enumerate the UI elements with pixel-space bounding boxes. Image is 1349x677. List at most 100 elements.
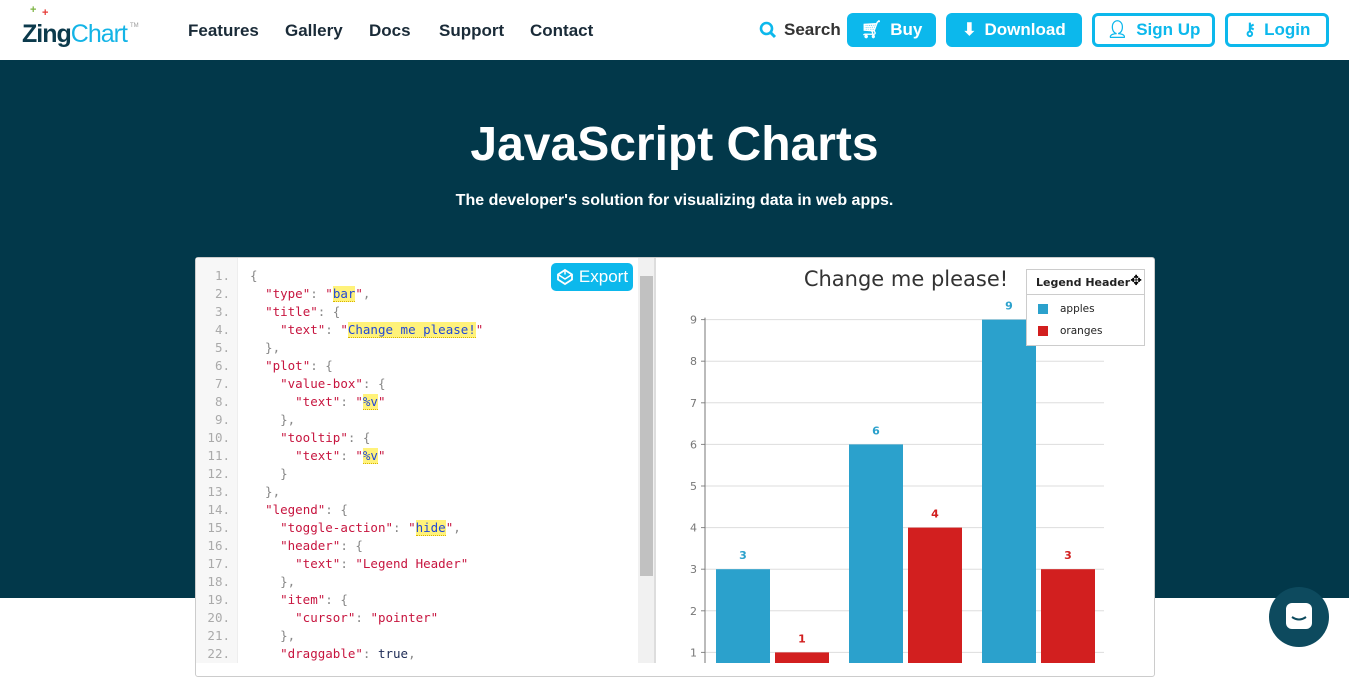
y-tick-label: 1 [690,646,697,659]
login-label: Login [1264,20,1311,39]
code-token: %v [362,394,378,410]
nav-docs[interactable]: Docs [369,21,411,41]
signup-label: Sign Up [1136,20,1201,39]
nav-contact[interactable]: Contact [530,21,593,41]
code-line[interactable]: 1. { [196,267,483,285]
chart-legend[interactable]: Legend Header apples oranges ✥ [1026,269,1145,346]
bar-oranges [1041,569,1095,677]
search-icon [759,21,777,39]
code-line[interactable]: 14. "legend": { [196,501,483,519]
bar-oranges [908,527,962,677]
legend-swatch [1038,304,1048,314]
code-token: bar [332,286,356,302]
code-token: : [340,394,356,409]
nav-support[interactable]: Support [439,21,504,41]
legend-item-oranges[interactable]: oranges [1027,320,1144,342]
code-editor[interactable]: 1. {2. "type": "bar", 3. "title": {4. "tex… [196,258,656,663]
download-icon: ⬇ [962,20,977,39]
line-number: 21. [207,628,230,643]
code-line[interactable]: 15. "toggle-action": "hide", [196,519,483,537]
y-tick-label: 9 [690,314,697,327]
code-token: " [340,322,348,337]
code-line[interactable]: 9. }, [196,411,483,429]
code-token: " [355,286,363,301]
code-token: } [250,466,288,481]
code-line[interactable]: 18. }, [196,573,483,591]
code-line[interactable]: 3. "title": { [196,303,483,321]
code-line[interactable]: 21. }, [196,627,483,645]
y-tick-label: 5 [690,480,697,493]
chat-button[interactable] [1269,587,1329,647]
export-label: Export [578,267,629,286]
code-token: " [408,520,416,535]
code-token: : [340,448,356,463]
code-line[interactable]: 11. "text": "%v" [196,447,483,465]
code-token: hide [415,520,446,536]
code-token: "Legend Header" [355,556,469,571]
code-line[interactable]: 5. }, [196,339,483,357]
code-line[interactable]: 22. "draggable": true, [196,645,483,663]
code-token: }, [250,628,296,643]
code-line[interactable]: 4. "text": "Change me please!" [196,321,483,339]
login-button[interactable]: ⚷ Login [1225,13,1329,47]
code-content[interactable]: 1. {2. "type": "bar", 3. "title": {4. "tex… [196,267,483,663]
code-line[interactable]: 6. "plot": { [196,357,483,375]
buy-button[interactable]: 🛒︎ Buy [847,13,936,47]
code-line[interactable]: 8. "text": "%v" [196,393,483,411]
line-number: 6. [214,358,230,373]
code-token: { [250,268,258,283]
signup-button[interactable]: 👤︎ Sign Up [1092,13,1215,47]
code-token: : [325,322,341,337]
download-button[interactable]: ⬇ Download [946,13,1082,47]
legend-header[interactable]: Legend Header [1027,270,1144,295]
download-label: Download [984,20,1066,39]
line-number: 16. [207,538,230,553]
code-token: : { [340,538,363,553]
editor-scrollbar[interactable] [638,258,654,663]
code-line[interactable]: 10. "tooltip": { [196,429,483,447]
line-number: 5. [214,340,230,355]
code-line[interactable]: 17. "text": "Legend Header" [196,555,483,573]
buy-label: Buy [890,20,923,39]
code-line[interactable]: 13. }, [196,483,483,501]
code-token: " [325,286,333,301]
y-tick-label: 7 [690,397,697,410]
nav-gallery[interactable]: Gallery [285,21,343,41]
code-token: }, [250,484,281,499]
y-tick-label: 3 [690,563,697,576]
nav-features[interactable]: Features [188,21,259,41]
legend-item-apples[interactable]: apples [1027,298,1144,320]
move-icon[interactable]: ✥ [1130,273,1142,289]
chart-area: Change me please! 1 2 3 4 5 6 7 8 9 3 6 9 1 4 3 Legend … [656,258,1154,677]
line-number: 2. [214,286,230,301]
code-token: "item" [280,592,326,607]
scrollbar-thumb[interactable] [640,276,653,576]
legend-swatch [1038,326,1048,336]
value-label: 1 [798,632,806,645]
line-number: 1. [214,268,230,283]
code-line[interactable]: 19. "item": { [196,591,483,609]
code-line[interactable]: 7. "value-box": { [196,375,483,393]
code-token: "value-box" [280,376,363,391]
search-button[interactable]: Search [759,20,841,40]
code-line[interactable]: 2. "type": "bar", [196,285,483,303]
plus-icon: + [30,4,37,16]
chart-title: Change me please! [804,267,1008,291]
export-button[interactable]: Export [551,263,633,291]
code-token: "tooltip" [280,430,348,445]
line-number: 18. [207,574,230,589]
code-token: : [310,286,326,301]
bar-oranges [775,652,829,677]
zingchart-logo[interactable]: + + ZingChart TM [22,4,142,48]
code-token: : { [325,592,348,607]
code-line[interactable]: 12. } [196,465,483,483]
code-token: "text" [295,448,341,463]
line-number: 15. [207,520,230,535]
code-line[interactable]: 20. "cursor": "pointer" [196,609,483,627]
code-line[interactable]: 16. "header": { [196,537,483,555]
